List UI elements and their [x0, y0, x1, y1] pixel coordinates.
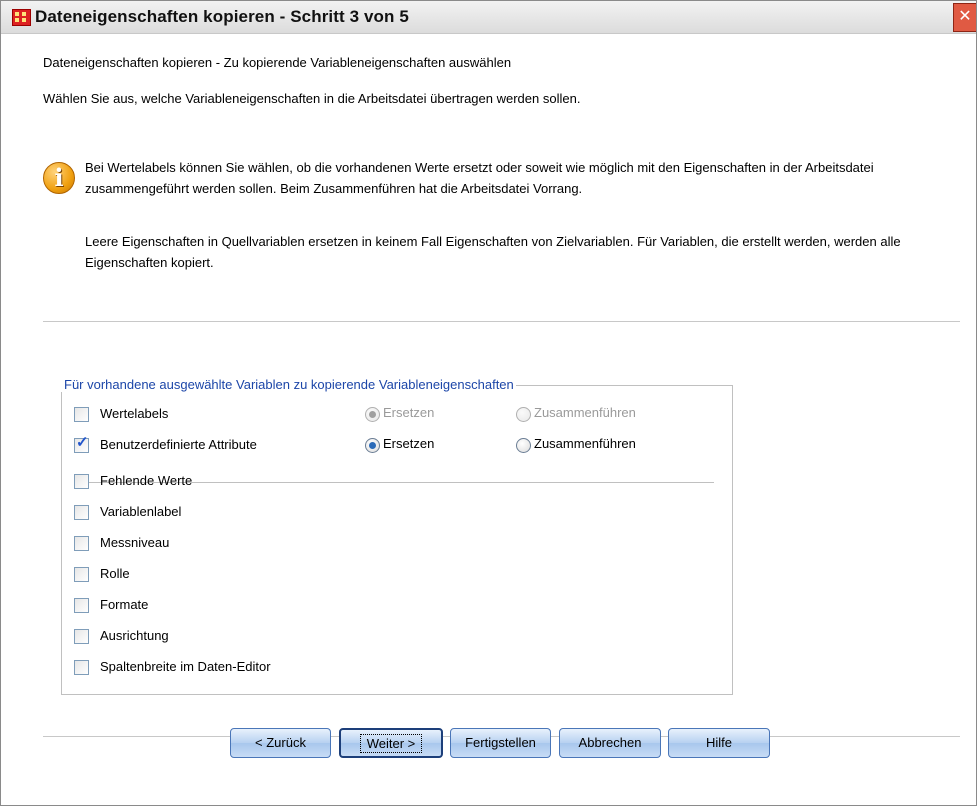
title-bar[interactable]: Dateneigenschaften kopieren - Schritt 3 … [1, 1, 976, 34]
next-button-label: Weiter > [359, 734, 423, 753]
attributes-checkbox[interactable]: ✓ [74, 434, 89, 453]
dialog-window: Dateneigenschaften kopieren - Schritt 3 … [0, 0, 977, 806]
wertelabels-merge-radio[interactable] [516, 407, 531, 422]
option-label: Variablenlabel [100, 504, 182, 519]
back-button[interactable]: < Zurück [230, 728, 331, 758]
info-text: Bei Wertelabels können Sie wählen, ob di… [85, 160, 874, 196]
top-divider [43, 321, 960, 322]
option-label: Rolle [100, 566, 130, 581]
measure-checkbox[interactable] [74, 536, 89, 551]
wertelabels-replace-radio[interactable] [365, 407, 380, 422]
group-legend: Für vorhandene ausgewählte Variablen zu … [61, 377, 516, 392]
variable-label-checkbox[interactable] [74, 505, 89, 520]
alignment-checkbox[interactable] [74, 629, 89, 644]
properties-group: Für vorhandene ausgewählte Variablen zu … [61, 377, 733, 695]
step-heading: Dateneigenschaften kopieren - Zu kopiere… [43, 55, 512, 70]
role-checkbox[interactable] [74, 567, 89, 582]
wertelabels-checkbox[interactable] [74, 407, 89, 422]
option-label: Formate [100, 597, 149, 612]
help-button[interactable]: Hilfe [668, 728, 770, 758]
option-label: Messniveau [100, 535, 170, 550]
next-button[interactable]: Weiter > [339, 728, 443, 758]
option-label: Benutzerdefinierte Attribute [100, 437, 257, 452]
option-label: Wertelabels [100, 406, 169, 421]
checkmark-icon: ✓ [76, 434, 89, 451]
window-title: Dateneigenschaften kopieren - Schritt 3 … [35, 7, 409, 26]
close-button[interactable]: ✕ [953, 3, 976, 32]
wertelabels-merge-label: Zusammenführen [534, 405, 636, 420]
formats-checkbox[interactable] [74, 598, 89, 613]
column-width-checkbox[interactable] [74, 660, 89, 675]
option-label: Ausrichtung [100, 628, 169, 643]
missing-values-checkbox[interactable] [74, 474, 89, 489]
option-label: Spaltenbreite im Daten-Editor [100, 659, 271, 674]
dialog-content: Dateneigenschaften kopieren - Zu kopiere… [1, 34, 976, 805]
attributes-replace-label: Ersetzen [383, 436, 435, 451]
cancel-button[interactable]: Abbrechen [559, 728, 661, 758]
attributes-merge-label: Zusammenführen [534, 436, 636, 451]
spreadsheet-icon [12, 9, 31, 26]
option-label: Fehlende Werte [100, 473, 193, 488]
note-text: Leere Eigenschaften in Quellvariablen er… [85, 234, 901, 270]
info-icon: i [43, 162, 75, 194]
step-subheading: Wählen Sie aus, welche Variableneigensch… [43, 91, 581, 106]
finish-button[interactable]: Fertigstellen [450, 728, 551, 758]
attributes-merge-radio[interactable] [516, 438, 531, 453]
attributes-replace-radio[interactable] [365, 438, 380, 453]
wertelabels-replace-label: Ersetzen [383, 405, 435, 420]
